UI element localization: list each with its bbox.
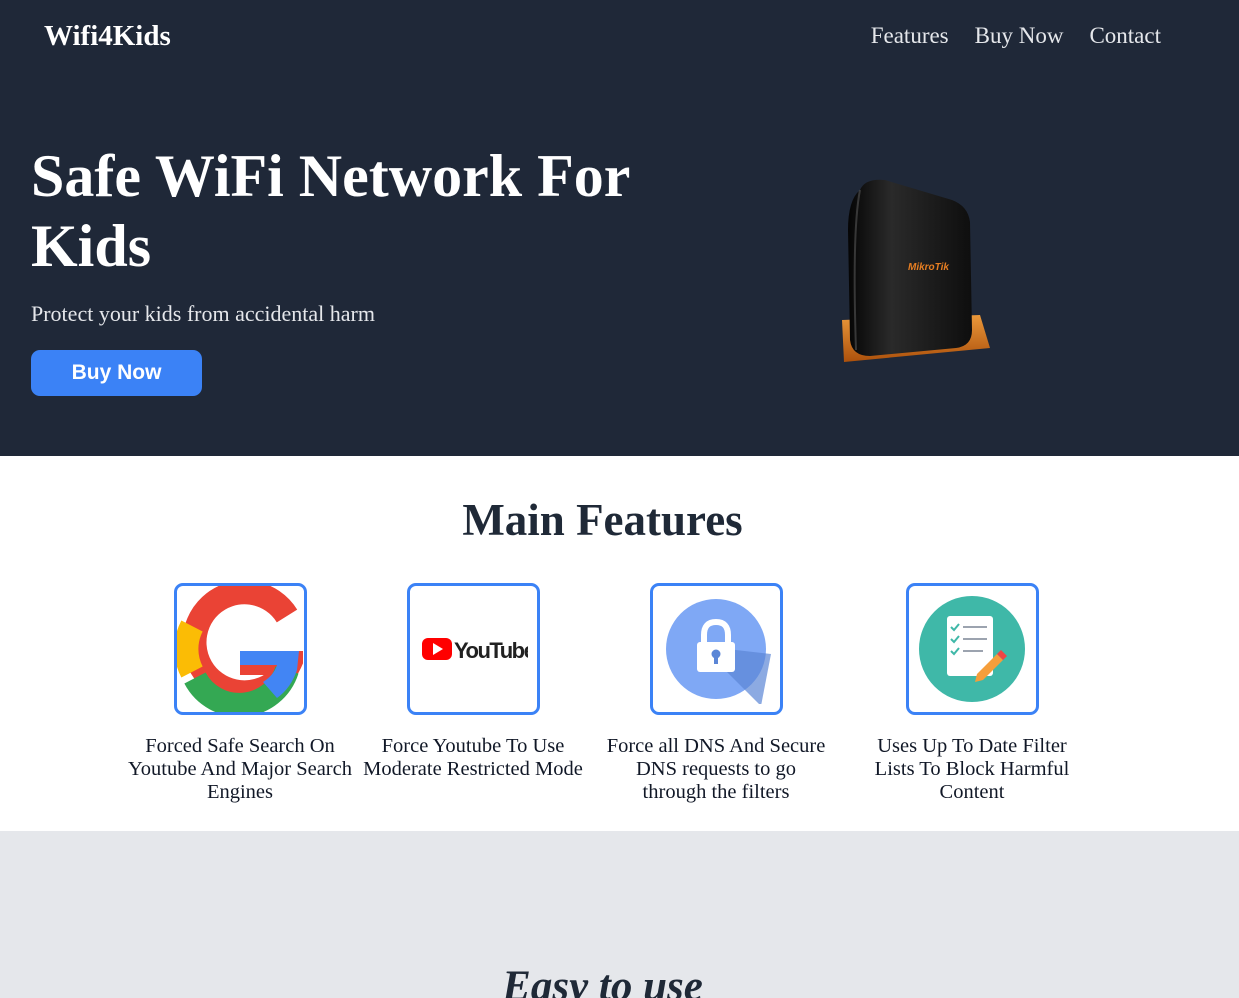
google-icon (173, 583, 307, 715)
nav-link-features[interactable]: Features (871, 20, 949, 52)
lock-icon (649, 583, 783, 715)
feature-text: Force all DNS And Secure DNS requests to… (606, 735, 826, 803)
youtube-icon: YouTube (406, 583, 540, 715)
features-title: Main Features (462, 495, 743, 545)
checklist-icon (905, 583, 1039, 715)
feature-card: Force all DNS And Secure DNS requests to… (596, 583, 836, 804)
brand-logo-link[interactable]: Wifi4Kids (44, 18, 171, 54)
nav-link-contact[interactable]: Contact (1089, 20, 1161, 52)
nav-link-buy-now[interactable]: Buy Now (975, 20, 1064, 52)
buy-now-button[interactable]: Buy Now (31, 350, 202, 396)
hero-title: Safe WiFi Network For Kids (31, 143, 630, 279)
feature-card: YouTube Force Youtube To Use Moderate Re… (353, 583, 593, 781)
feature-text: Force Youtube To Use Moderate Restricted… (363, 735, 583, 780)
feature-text: Forced Safe Search On Youtube And Major … (128, 735, 352, 803)
feature-card: Uses Up To Date Filter Lists To Block Ha… (852, 583, 1092, 804)
hero-subtitle: Protect your kids from accidental harm (31, 301, 375, 326)
feature-text: Uses Up To Date Filter Lists To Block Ha… (874, 735, 1070, 803)
features-section: Main Features Forced Safe Search On Yout… (0, 456, 1239, 831)
router-image: MikroTik (830, 170, 1005, 370)
easy-to-use-title: Easy to use (502, 963, 703, 998)
top-nav: Features Buy Now Contact (871, 20, 1161, 52)
hero-section: Wifi4Kids Features Buy Now Contact Safe … (0, 0, 1239, 456)
router-logo-text: MikroTik (908, 262, 949, 273)
youtube-wordmark: YouTube (454, 638, 528, 663)
easy-to-use-section: Easy to use (0, 831, 1239, 998)
feature-card: Forced Safe Search On Youtube And Major … (120, 583, 360, 804)
